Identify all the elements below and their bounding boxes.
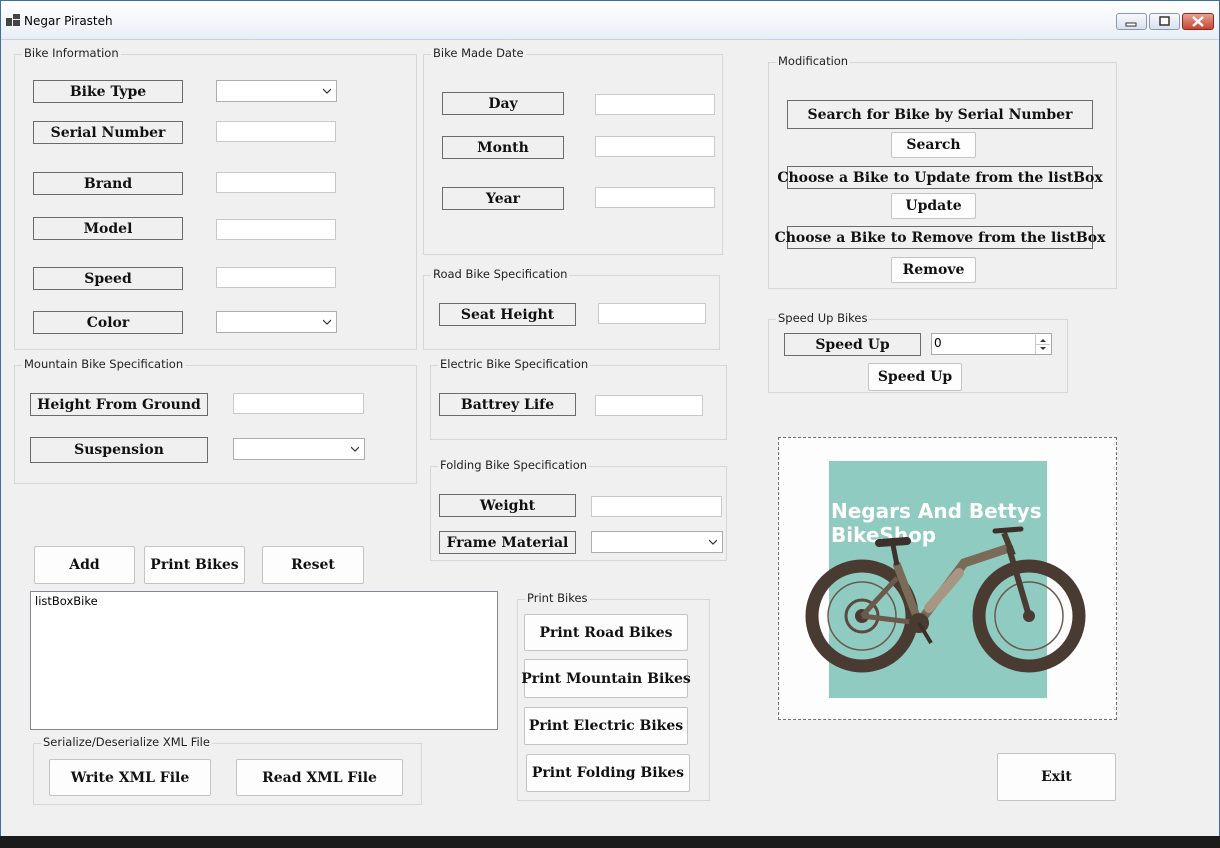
battery-life-input[interactable]: [595, 395, 703, 416]
bicycle-image: [805, 526, 1086, 673]
minimize-icon: [1125, 22, 1137, 27]
suspension-combobox[interactable]: [233, 438, 365, 460]
bike-type-combobox[interactable]: [216, 80, 337, 102]
chevron-down-icon: [709, 539, 717, 545]
taskbar-strip: [0, 836, 1220, 848]
day-label: Day: [442, 92, 564, 115]
group-title: Modification: [776, 54, 851, 68]
print-electric-bikes-button[interactable]: Print Electric Bikes: [524, 707, 688, 745]
frame-material-combobox[interactable]: [591, 531, 723, 553]
search-button[interactable]: Search: [891, 132, 976, 158]
bike-listbox[interactable]: listBoxBike: [30, 591, 498, 730]
day-input[interactable]: [595, 94, 715, 115]
spin-up-icon[interactable]: [1036, 335, 1050, 354]
speed-up-button[interactable]: Speed Up: [868, 363, 962, 391]
group-title: Folding Bike Specification: [438, 458, 590, 472]
remove-button[interactable]: Remove: [891, 257, 976, 283]
update-button[interactable]: Update: [891, 193, 976, 219]
maximize-button[interactable]: [1149, 13, 1180, 30]
group-title: Bike Information: [22, 46, 121, 60]
speed-label: Speed: [33, 267, 183, 290]
spin-buttons[interactable]: [1035, 335, 1050, 354]
read-xml-button[interactable]: Read XML File: [236, 759, 403, 796]
speed-input[interactable]: [216, 267, 336, 288]
group-title: Road Bike Specification: [431, 267, 570, 281]
model-label: Model: [33, 217, 183, 240]
color-combobox[interactable]: [216, 311, 337, 333]
serial-number-input[interactable]: [216, 121, 336, 142]
frame-material-label: Frame Material: [439, 531, 576, 554]
serial-number-label: Serial Number: [33, 121, 183, 144]
height-from-ground-label: Height From Ground: [30, 393, 208, 416]
logo-text-line1: Negars And Bettys: [831, 499, 1042, 523]
battery-life-label: Battrey Life: [439, 393, 576, 416]
app-icon: [6, 14, 20, 26]
color-label: Color: [33, 311, 183, 334]
month-label: Month: [442, 136, 564, 159]
print-bikes-button[interactable]: Print Bikes: [144, 546, 245, 584]
write-xml-button[interactable]: Write XML File: [49, 759, 211, 796]
title-bar: Negar Pirasteh: [1, 1, 1219, 40]
group-title: Speed Up Bikes: [776, 311, 870, 325]
suspension-label: Suspension: [30, 437, 208, 463]
group-title: Bike Made Date: [431, 46, 526, 60]
maximize-icon: [1159, 16, 1170, 26]
window-title: Negar Pirasteh: [24, 14, 113, 28]
print-mountain-bikes-button[interactable]: Print Mountain Bikes: [521, 659, 691, 698]
listbox-item[interactable]: listBoxBike: [35, 594, 493, 608]
mountain-bike-spec-group: Mountain Bike Specification: [14, 357, 417, 484]
model-input[interactable]: [216, 219, 336, 240]
speed-up-value: 0: [934, 336, 942, 350]
print-folding-bikes-button[interactable]: Print Folding Bikes: [526, 754, 690, 792]
reset-button[interactable]: Reset: [262, 546, 364, 584]
group-title: Print Bikes: [525, 591, 590, 605]
chevron-down-icon: [323, 319, 331, 325]
logo-picture-box: Negars And Bettys BikeShop: [778, 437, 1117, 720]
speed-up-label: Speed Up: [784, 333, 921, 356]
update-instruction-label: Choose a Bike to Update from the listBox: [777, 166, 1103, 189]
group-title: Electric Bike Specification: [438, 357, 591, 371]
weight-label: Weight: [439, 494, 576, 517]
exit-button[interactable]: Exit: [997, 753, 1116, 801]
year-input[interactable]: [595, 187, 715, 208]
close-icon: [1192, 16, 1204, 27]
minimize-button[interactable]: [1116, 13, 1147, 30]
month-input[interactable]: [595, 136, 715, 157]
chevron-down-icon: [323, 88, 331, 94]
chevron-down-icon: [351, 446, 359, 452]
speed-up-numeric-input[interactable]: 0: [931, 333, 1052, 355]
main-window: Negar Pirasteh Bike Information Bike Typ…: [0, 0, 1220, 848]
seat-height-input[interactable]: [598, 303, 706, 324]
bike-type-label: Bike Type: [33, 80, 183, 103]
search-by-serial-label: Search for Bike by Serial Number: [787, 100, 1093, 129]
brand-label: Brand: [33, 172, 183, 195]
weight-input[interactable]: [591, 496, 722, 517]
height-from-ground-input[interactable]: [233, 393, 364, 414]
print-road-bikes-button[interactable]: Print Road Bikes: [524, 614, 688, 651]
group-title: Mountain Bike Specification: [22, 357, 186, 371]
year-label: Year: [442, 187, 564, 210]
spin-down-icon: [1040, 347, 1046, 350]
group-title: Serialize/Deserialize XML File: [41, 735, 212, 749]
seat-height-label: Seat Height: [439, 303, 576, 326]
add-button[interactable]: Add: [34, 546, 135, 584]
close-button[interactable]: [1182, 13, 1214, 30]
remove-instruction-label: Choose a Bike to Remove from the listBox: [775, 226, 1105, 249]
brand-input[interactable]: [216, 172, 336, 193]
